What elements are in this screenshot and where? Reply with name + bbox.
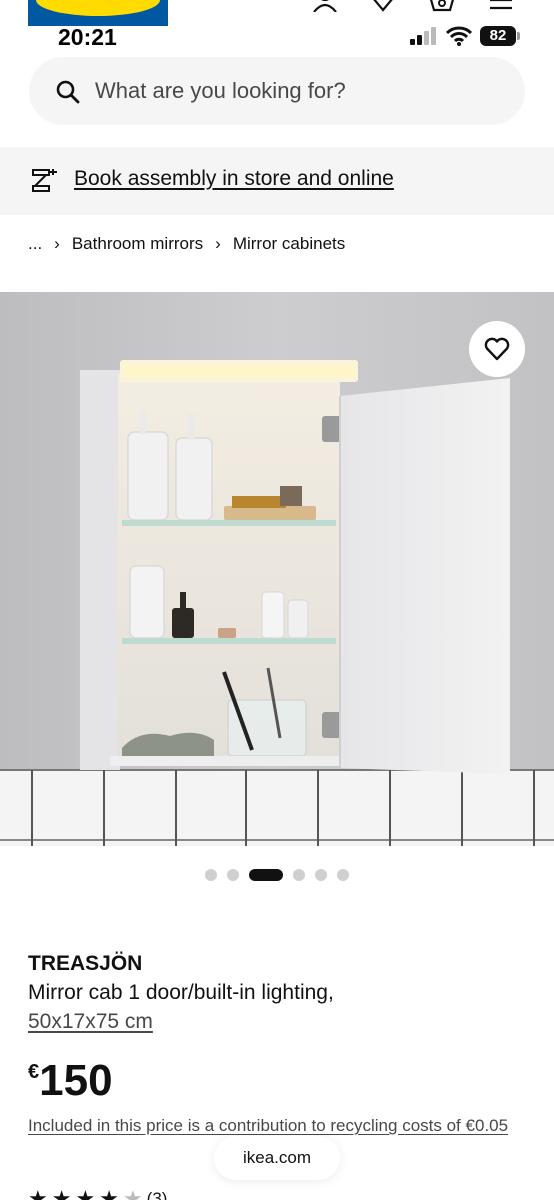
product-price: € 150	[28, 1055, 113, 1107]
breadcrumb-separator: ›	[54, 234, 60, 253]
battery-indicator: 82	[480, 26, 520, 46]
status-time: 20:21	[58, 24, 117, 50]
browser-url: ikea.com	[242, 1148, 312, 1167]
battery-level: 82	[489, 27, 507, 44]
mirror-cabinet-photo	[0, 292, 554, 846]
breadcrumb-ellipsis[interactable]: ...	[28, 234, 42, 254]
book-assembly-link[interactable]: Book assembly in store and online	[74, 167, 394, 191]
breadcrumb-separator: ›	[215, 234, 221, 253]
breadcrumb-mirror-cabinets[interactable]: Mirror cabinets	[233, 234, 345, 254]
browser-url-pill[interactable]: ikea.com	[214, 1136, 340, 1180]
logo-ellipse	[36, 0, 160, 16]
star-icon: ★	[75, 1186, 96, 1200]
product-rating[interactable]: ★ ★ ★ ★ ★ (3)	[28, 1188, 167, 1200]
carousel-dot[interactable]	[205, 869, 217, 881]
star-icon: ★	[99, 1186, 119, 1200]
breadcrumb: ... › Bathroom mirrors › Mirror cabinets	[28, 234, 345, 254]
shopping-bag-icon[interactable]	[428, 0, 456, 12]
assembly-banner[interactable]: Book assembly in store and online	[0, 147, 554, 215]
wifi-icon	[446, 26, 472, 46]
cellular-signal-icon	[410, 27, 436, 45]
star-icon: ★	[51, 1186, 72, 1200]
header-icons	[312, 0, 514, 12]
recycling-fee-link[interactable]: Included in this price is a contribution…	[28, 1115, 518, 1137]
carousel-dot[interactable]	[293, 869, 305, 881]
wishlist-heart-icon[interactable]	[370, 0, 396, 12]
carousel-dot[interactable]	[337, 869, 349, 881]
price-currency: €	[28, 1061, 40, 1083]
image-carousel-indicator	[0, 869, 554, 881]
assembly-tool-icon	[32, 169, 57, 192]
product-description: Mirror cab 1 door/built-in lighting,	[28, 981, 334, 1004]
search-icon	[56, 80, 80, 104]
price-value: 150	[39, 1056, 113, 1105]
carousel-dot-active[interactable]	[249, 869, 283, 881]
search-input[interactable]	[95, 57, 495, 125]
breadcrumb-bathroom-mirrors[interactable]: Bathroom mirrors	[72, 234, 203, 254]
star-icon: ★	[28, 1186, 48, 1200]
carousel-dot[interactable]	[227, 869, 239, 881]
status-bar: 20:21 82	[0, 22, 554, 52]
search-bar[interactable]	[29, 57, 525, 125]
heart-icon	[484, 337, 510, 361]
product-image[interactable]	[0, 292, 554, 846]
rating-count: (3)	[146, 1189, 168, 1200]
product-size-link[interactable]: 50x17x75 cm	[28, 1010, 153, 1034]
product-name: TREASJÖN	[28, 952, 143, 975]
person-icon[interactable]	[312, 0, 338, 12]
star-icon: ★	[122, 1186, 143, 1200]
status-indicators: 82	[410, 26, 520, 46]
favourite-button[interactable]	[469, 321, 525, 377]
carousel-dot[interactable]	[315, 869, 327, 881]
hamburger-menu-icon[interactable]	[488, 0, 514, 12]
